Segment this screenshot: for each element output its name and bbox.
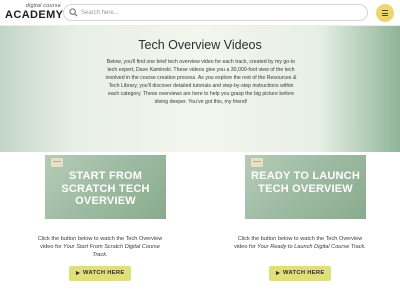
course-badge-icon: [51, 158, 63, 167]
page-title: Tech Overview Videos: [138, 38, 262, 52]
card-description: Click the button below to watch the Tech…: [232, 235, 368, 251]
course-badge-icon: [251, 158, 263, 167]
search-icon: [69, 8, 78, 17]
search-bar[interactable]: Search here...: [63, 4, 368, 21]
card-description: Click the button below to watch the Tech…: [32, 235, 168, 259]
hamburger-icon-line: [382, 15, 388, 16]
play-icon: [276, 271, 280, 275]
site-logo[interactable]: digital course ACADEMY: [5, 3, 64, 25]
top-bar: digital course ACADEMY Search here...: [0, 0, 400, 26]
card-ready-to-launch: READY TO LAUNCH TECH OVERVIEW Click the …: [200, 152, 400, 293]
watch-here-label: WATCH HERE: [283, 270, 325, 276]
logo-wordmark: ACADEMY: [5, 9, 64, 21]
hero-section: Tech Overview Videos Below, you'll find …: [0, 26, 400, 152]
thumbnail-title: START FROM SCRATCH TECH OVERVIEW: [61, 170, 150, 207]
track-name: Your Start From Scratch Digital Course T…: [63, 244, 160, 258]
hamburger-icon-line: [382, 12, 388, 14]
watch-here-button[interactable]: WATCH HERE: [69, 266, 131, 281]
watch-here-label: WATCH HERE: [83, 270, 125, 276]
video-thumbnail[interactable]: READY TO LAUNCH TECH OVERVIEW: [245, 155, 366, 219]
hero-description: Below, you'll find one brief tech overvi…: [105, 59, 297, 105]
card-start-from-scratch: START FROM SCRATCH TECH OVERVIEW Click t…: [0, 152, 200, 293]
search-input[interactable]: Search here...: [81, 8, 119, 18]
watch-here-button[interactable]: WATCH HERE: [269, 266, 331, 281]
track-name: Your Ready to Launch Digital Course Trac…: [257, 244, 366, 250]
menu-button[interactable]: [376, 4, 394, 22]
play-icon: [76, 271, 80, 275]
hamburger-icon: [382, 10, 388, 11]
thumbnail-title: READY TO LAUNCH TECH OVERVIEW: [251, 170, 360, 195]
video-thumbnail[interactable]: START FROM SCRATCH TECH OVERVIEW: [45, 155, 166, 219]
